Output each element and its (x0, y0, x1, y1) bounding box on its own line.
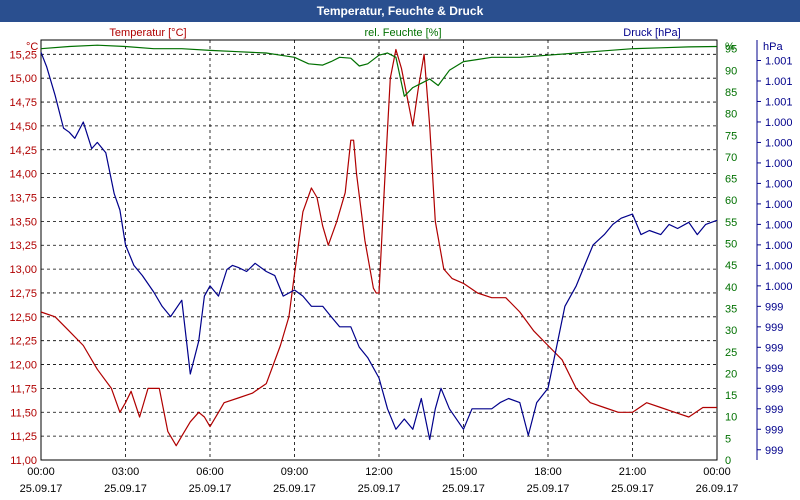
humidity-tick-label: 10 (725, 412, 737, 424)
pressure-tick-label: 999 (765, 301, 783, 313)
chart-window: Temperatur, Feuchte & Druck °C Temperatu… (0, 0, 800, 500)
pressure-tick-label: 999 (765, 363, 783, 375)
x-tick-date: 25.09.17 (189, 483, 232, 495)
temperature-tick-label: 13,75 (9, 193, 37, 205)
humidity-tick-label: 0 (725, 455, 731, 467)
humidity-tick-label: 20 (725, 368, 737, 380)
x-tick-date: 25.09.17 (273, 483, 316, 495)
humidity-tick-label: 35 (725, 303, 737, 315)
pressure-tick-label: 1.001 (765, 76, 793, 88)
temperature-tick-label: 14,00 (9, 169, 37, 181)
temperature-tick-label: 15,25 (9, 49, 37, 61)
humidity-tick-label: 70 (725, 152, 737, 164)
pressure-tick-label: 999 (765, 424, 783, 436)
temperature-tick-label: 12,75 (9, 288, 37, 300)
pressure-tick-label: 1.000 (765, 158, 793, 170)
pressure-axis-label: Druck [hPa] (623, 27, 680, 39)
humidity-tick-label: 65 (725, 174, 737, 186)
window-title: Temperatur, Feuchte & Druck (0, 0, 800, 22)
temperature-tick-label: 14,25 (9, 145, 37, 157)
temperature-tick-label: 12,00 (9, 360, 37, 372)
pressure-tick-label: 1.000 (765, 199, 793, 211)
x-tick-time: 21:00 (619, 466, 647, 478)
x-tick-date: 25.09.17 (20, 483, 63, 495)
temperature-tick-label: 15,00 (9, 73, 37, 85)
humidity-tick-label: 90 (725, 65, 737, 77)
temperature-tick-label: 11,50 (10, 407, 37, 419)
pressure-tick-label: 1.000 (765, 178, 793, 190)
pressure-tick-label: 1.000 (765, 219, 793, 231)
temperature-tick-label: 13,25 (9, 240, 37, 252)
humidity-tick-label: 45 (725, 260, 737, 272)
x-tick-date: 25.09.17 (104, 483, 147, 495)
humidity-tick-label: 50 (725, 239, 737, 251)
temperature-tick-label: 12,50 (9, 312, 37, 324)
temperature-tick-label: 11,25 (10, 431, 37, 443)
humidity-tick-label: 25 (725, 347, 737, 359)
humidity-tick-label: 75 (725, 130, 737, 142)
x-tick-time: 03:00 (112, 466, 140, 478)
humidity-tick-label: 60 (725, 195, 737, 207)
chart-svg: °C Temperatur [°C] rel. Feuchte [%] Druc… (9, 27, 793, 495)
pressure-tick-label: 1.000 (765, 260, 793, 272)
temperature-tick-label: 12,25 (9, 336, 37, 348)
pressure-tick-label: 1.000 (765, 137, 793, 149)
pressure-tick-label: 1.000 (765, 240, 793, 252)
pressure-tick-label: 999 (765, 445, 783, 457)
pressure-tick-label: 1.000 (765, 117, 793, 129)
x-tick-time: 06:00 (196, 466, 224, 478)
temperature-axis-label: Temperatur [°C] (109, 27, 186, 39)
x-tick-time: 00:00 (27, 466, 55, 478)
temperature-tick-label: 14,75 (9, 97, 37, 109)
humidity-axis-label: rel. Feuchte [%] (364, 27, 441, 39)
x-tick-time: 00:00 (703, 466, 731, 478)
temperature-tick-label: 13,50 (9, 216, 37, 228)
temperature-tick-label: 11,75 (10, 383, 37, 395)
humidity-tick-label: 80 (725, 109, 737, 121)
humidity-tick-label: 95 (725, 44, 737, 56)
x-tick-date: 26.09.17 (696, 483, 739, 495)
x-tick-date: 25.09.17 (611, 483, 654, 495)
x-tick-time: 12:00 (365, 466, 393, 478)
temperature-tick-label: 14,50 (9, 121, 37, 133)
pressure-unit-label: hPa (763, 41, 783, 53)
pressure-tick-label: 1.000 (765, 281, 793, 293)
humidity-tick-label: 40 (725, 282, 737, 294)
x-tick-date: 25.09.17 (442, 483, 485, 495)
pressure-tick-label: 999 (765, 322, 783, 334)
humidity-tick-label: 55 (725, 217, 737, 229)
humidity-tick-label: 5 (725, 433, 731, 445)
x-tick-date: 25.09.17 (358, 483, 401, 495)
humidity-tick-label: 30 (725, 325, 737, 337)
pressure-tick-label: 999 (765, 383, 783, 395)
x-tick-date: 25.09.17 (527, 483, 570, 495)
x-tick-time: 18:00 (534, 466, 562, 478)
pressure-tick-label: 1.001 (765, 96, 793, 108)
pressure-tick-label: 1.001 (765, 55, 793, 67)
temperature-tick-label: 13,00 (9, 264, 37, 276)
pressure-tick-label: 999 (765, 404, 783, 416)
x-tick-time: 15:00 (450, 466, 478, 478)
humidity-tick-label: 15 (725, 390, 737, 402)
humidity-tick-label: 85 (725, 87, 737, 99)
x-tick-time: 09:00 (281, 466, 309, 478)
pressure-tick-label: 999 (765, 342, 783, 354)
